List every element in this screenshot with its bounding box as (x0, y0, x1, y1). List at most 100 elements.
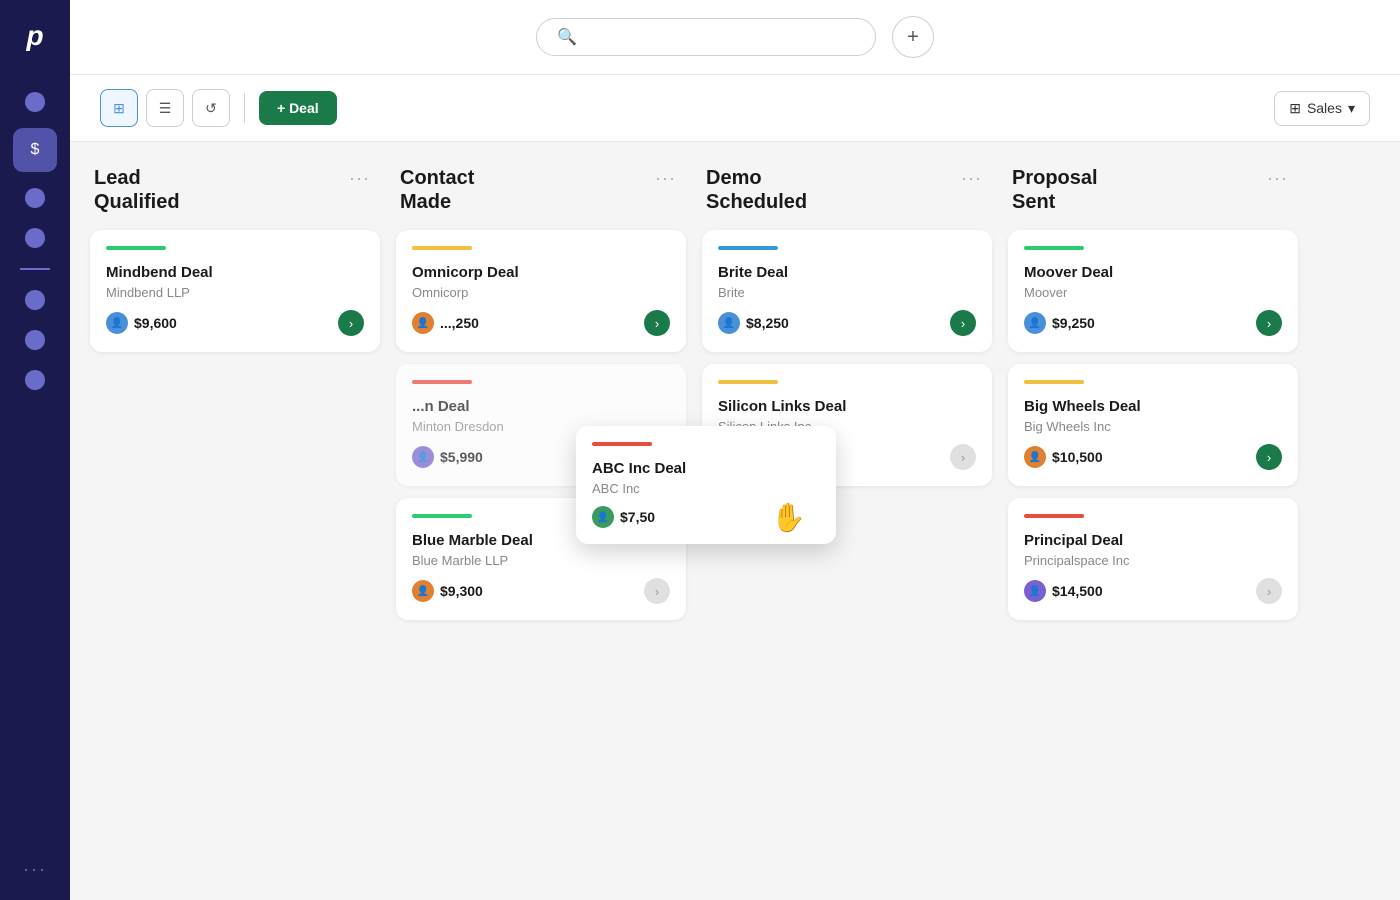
card-bar-big-wheels (1024, 380, 1084, 384)
avatar-minton: 👤 (412, 446, 434, 468)
avatar-big-wheels: 👤 (1024, 446, 1046, 468)
card-title-principal: Principal Deal (1024, 532, 1282, 549)
column-menu-demo-scheduled[interactable]: ··· (955, 166, 988, 191)
add-deal-button[interactable]: + Deal (259, 91, 337, 125)
app-logo: p (26, 20, 43, 52)
card-company-omnicorp: Omnicorp (412, 285, 670, 300)
card-bar-minton (412, 380, 472, 384)
column-title-demo-scheduled: DemoScheduled (706, 166, 807, 214)
sidebar-dot-1[interactable] (25, 92, 45, 112)
avatar-principal: 👤 (1024, 580, 1046, 602)
card-amount-blue-marble: 👤 $9,300 (412, 580, 483, 602)
card-big-wheels[interactable]: Big Wheels Deal Big Wheels Inc 👤 $10,500… (1008, 364, 1298, 486)
avatar-dragging: 👤 (592, 506, 614, 528)
sidebar-more[interactable]: ··· (23, 859, 47, 880)
card-arrow-big-wheels[interactable]: › (1256, 444, 1282, 470)
avatar-brite: 👤 (718, 312, 740, 334)
search-icon: 🔍 (557, 27, 577, 47)
card-arrow-mindbend[interactable]: › (338, 310, 364, 336)
sidebar-dot-2[interactable] (25, 188, 45, 208)
card-principal[interactable]: Principal Deal Principalspace Inc 👤 $14,… (1008, 498, 1298, 620)
card-company-principal: Principalspace Inc (1024, 553, 1282, 568)
card-bar-blue-marble (412, 514, 472, 518)
main-content: 🔍 + ⊞ ☰ ↺ + Deal ⊞ Sales ▾ LeadQualified… (70, 0, 1400, 900)
card-bar-principal (1024, 514, 1084, 518)
card-omnicorp[interactable]: Omnicorp Deal Omnicorp 👤 ...,250 › (396, 230, 686, 352)
toolbar: ⊞ ☰ ↺ + Deal ⊞ Sales ▾ (70, 75, 1400, 142)
card-footer-mindbend: 👤 $9,600 › (106, 310, 364, 336)
column-title-lead-qualified: LeadQualified (94, 166, 180, 214)
sidebar-dot-5[interactable] (25, 330, 45, 350)
activity-view-button[interactable]: ↺ (192, 89, 230, 127)
column-proposal-sent: ProposalSent ··· Moover Deal Moover 👤 $9… (1008, 166, 1298, 876)
card-brite[interactable]: Brite Deal Brite 👤 $8,250 › (702, 230, 992, 352)
avatar-omnicorp: 👤 (412, 312, 434, 334)
column-menu-contact-made[interactable]: ··· (649, 166, 682, 191)
card-footer-moover: 👤 $9,250 › (1024, 310, 1282, 336)
activity-icon: ↺ (205, 100, 217, 117)
card-bar-mindbend (106, 246, 166, 250)
card-moover[interactable]: Moover Deal Moover 👤 $9,250 › (1008, 230, 1298, 352)
sidebar-divider (20, 268, 50, 270)
card-arrow-brite[interactable]: › (950, 310, 976, 336)
card-footer-omnicorp: 👤 ...,250 › (412, 310, 670, 336)
list-view-button[interactable]: ☰ (146, 89, 184, 127)
topbar: 🔍 + (70, 0, 1400, 75)
card-title-mindbend: Mindbend Deal (106, 264, 364, 281)
dragging-card[interactable]: ABC Inc Deal ABC Inc 👤 $7,50 ✋ (576, 426, 836, 544)
card-arrow-blue-marble[interactable]: › (644, 578, 670, 604)
avatar-mindbend: 👤 (106, 312, 128, 334)
sales-filter-button[interactable]: ⊞ Sales ▾ (1274, 91, 1370, 126)
avatar-blue-marble: 👤 (412, 580, 434, 602)
card-amount-principal: 👤 $14,500 (1024, 580, 1103, 602)
column-header-proposal-sent: ProposalSent ··· (1008, 166, 1298, 214)
sidebar-dot-6[interactable] (25, 370, 45, 390)
card-company-big-wheels: Big Wheels Inc (1024, 419, 1282, 434)
card-bar-moover (1024, 246, 1084, 250)
card-mindbend[interactable]: Mindbend Deal Mindbend LLP 👤 $9,600 › (90, 230, 380, 352)
card-footer-principal: 👤 $14,500 › (1024, 578, 1282, 604)
card-title-brite: Brite Deal (718, 264, 976, 281)
column-contact-made: ContactMade ··· Omnicorp Deal Omnicorp 👤… (396, 166, 686, 876)
card-title-moover: Moover Deal (1024, 264, 1282, 281)
card-bar-brite (718, 246, 778, 250)
add-button[interactable]: + (892, 16, 934, 58)
card-title-silicon-links: Silicon Links Deal (718, 398, 976, 415)
card-company-moover: Moover (1024, 285, 1282, 300)
column-menu-lead-qualified[interactable]: ··· (343, 166, 376, 191)
card-arrow-moover[interactable]: › (1256, 310, 1282, 336)
search-bar[interactable]: 🔍 (536, 18, 876, 56)
card-title-omnicorp: Omnicorp Deal (412, 264, 670, 281)
card-arrow-silicon-links[interactable]: › (950, 444, 976, 470)
sidebar-deals-icon[interactable]: $ (13, 128, 57, 172)
sidebar: p $ ··· (0, 0, 70, 900)
card-footer-blue-marble: 👤 $9,300 › (412, 578, 670, 604)
card-bar-silicon-links (718, 380, 778, 384)
drag-cursor: ✋ (771, 501, 806, 534)
column-menu-proposal-sent[interactable]: ··· (1261, 166, 1294, 191)
chevron-down-icon: ▾ (1348, 100, 1355, 117)
card-footer-big-wheels: 👤 $10,500 › (1024, 444, 1282, 470)
column-header-lead-qualified: LeadQualified ··· (90, 166, 380, 214)
card-company-brite: Brite (718, 285, 976, 300)
card-arrow-omnicorp[interactable]: › (644, 310, 670, 336)
list-icon: ☰ (159, 100, 172, 117)
sidebar-dot-4[interactable] (25, 290, 45, 310)
toolbar-divider (244, 93, 245, 123)
card-amount-omnicorp: 👤 ...,250 (412, 312, 479, 334)
card-company-dragging: ABC Inc (592, 481, 820, 496)
card-title-big-wheels: Big Wheels Deal (1024, 398, 1282, 415)
card-arrow-principal[interactable]: › (1256, 578, 1282, 604)
kanban-icon: ⊞ (113, 100, 125, 117)
card-company-mindbend: Mindbend LLP (106, 285, 364, 300)
card-bar-dragging (592, 442, 652, 446)
filter-icon: ⊞ (1289, 100, 1301, 117)
card-amount-brite: 👤 $8,250 (718, 312, 789, 334)
avatar-moover: 👤 (1024, 312, 1046, 334)
sidebar-dot-3[interactable] (25, 228, 45, 248)
kanban-view-button[interactable]: ⊞ (100, 89, 138, 127)
card-amount-big-wheels: 👤 $10,500 (1024, 446, 1103, 468)
column-header-contact-made: ContactMade ··· (396, 166, 686, 214)
card-amount-minton: 👤 $5,990 (412, 446, 483, 468)
card-amount-moover: 👤 $9,250 (1024, 312, 1095, 334)
